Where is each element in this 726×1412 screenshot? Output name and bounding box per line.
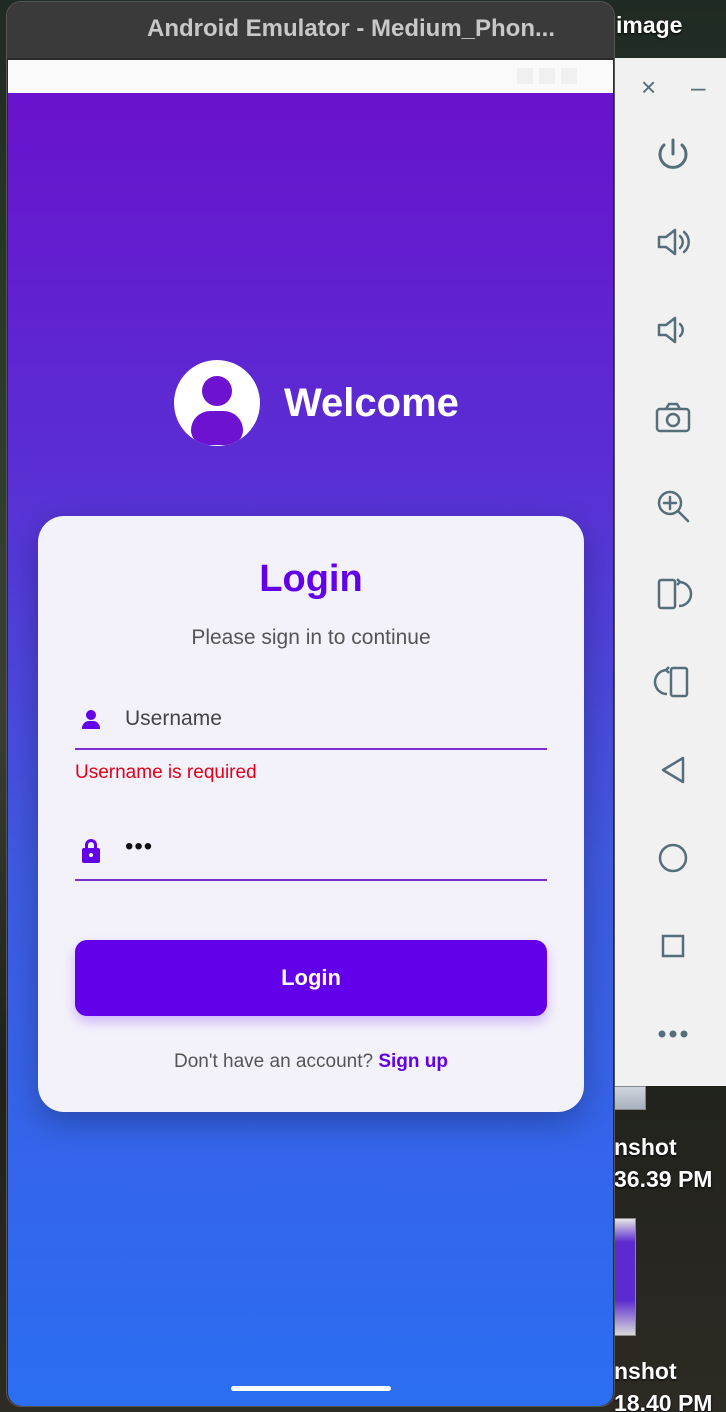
password-field[interactable]: •••	[75, 821, 547, 881]
desktop-file-label: 36.39 PM	[614, 1166, 713, 1192]
more-icon[interactable]	[651, 1012, 695, 1056]
emulator-window: Android Emulator - Medium_Phon... 8:22 W…	[7, 2, 614, 1406]
desktop-file-label: nshot	[614, 1134, 677, 1160]
emulator-title-bar[interactable]: Android Emulator - Medium_Phon...	[7, 2, 614, 58]
status-icons	[517, 68, 577, 84]
minimize-icon[interactable]: –	[691, 72, 705, 103]
phone-screen: 8:22 Welcome Login Please sign in to con…	[8, 60, 613, 1406]
rotate-right-icon[interactable]	[651, 572, 695, 616]
desktop-thumbnail[interactable]	[612, 1218, 636, 1336]
username-error: Username is required	[75, 762, 257, 783]
home-indicator[interactable]	[231, 1386, 391, 1391]
account-circle-icon	[174, 360, 260, 446]
battery-icon	[561, 68, 577, 84]
status-bar: 8:22	[8, 60, 613, 93]
welcome-header: Welcome	[174, 360, 459, 446]
signal-icon	[539, 68, 555, 84]
login-subtitle: Please sign in to continue	[191, 626, 431, 649]
person-icon	[79, 708, 103, 732]
welcome-title: Welcome	[284, 380, 459, 425]
overview-icon[interactable]	[651, 924, 695, 968]
zoom-icon[interactable]	[651, 484, 695, 528]
desktop-file-label: 18.40 PM	[614, 1390, 713, 1412]
username-placeholder[interactable]: Username	[125, 707, 222, 731]
desktop-file-label: nshot	[614, 1358, 677, 1384]
desktop-window-title: image	[616, 12, 683, 38]
wifi-icon	[517, 68, 533, 84]
rotate-left-icon[interactable]	[651, 660, 695, 704]
close-icon[interactable]: ×	[641, 72, 656, 103]
camera-icon[interactable]	[651, 396, 695, 440]
volume-up-icon[interactable]	[651, 220, 695, 264]
signup-prompt: Don't have an account? Sign up	[38, 1051, 584, 1073]
volume-down-icon[interactable]	[651, 308, 695, 352]
username-field[interactable]: Username	[75, 690, 547, 750]
power-icon[interactable]	[651, 132, 695, 176]
back-icon[interactable]	[651, 748, 695, 792]
login-title: Login	[259, 558, 363, 600]
signup-link[interactable]: Sign up	[378, 1051, 448, 1072]
desktop-thumbnail[interactable]	[612, 1086, 646, 1110]
lock-icon	[79, 839, 103, 863]
signup-prompt-text: Don't have an account?	[174, 1051, 374, 1072]
emulator-toolbar: × –	[615, 58, 726, 1086]
login-card: Login Please sign in to continue Usernam…	[38, 516, 584, 1112]
login-button[interactable]: Login	[75, 940, 547, 1016]
password-value[interactable]: •••	[125, 833, 153, 861]
home-icon[interactable]	[651, 836, 695, 880]
status-time: 8:22	[32, 67, 66, 86]
